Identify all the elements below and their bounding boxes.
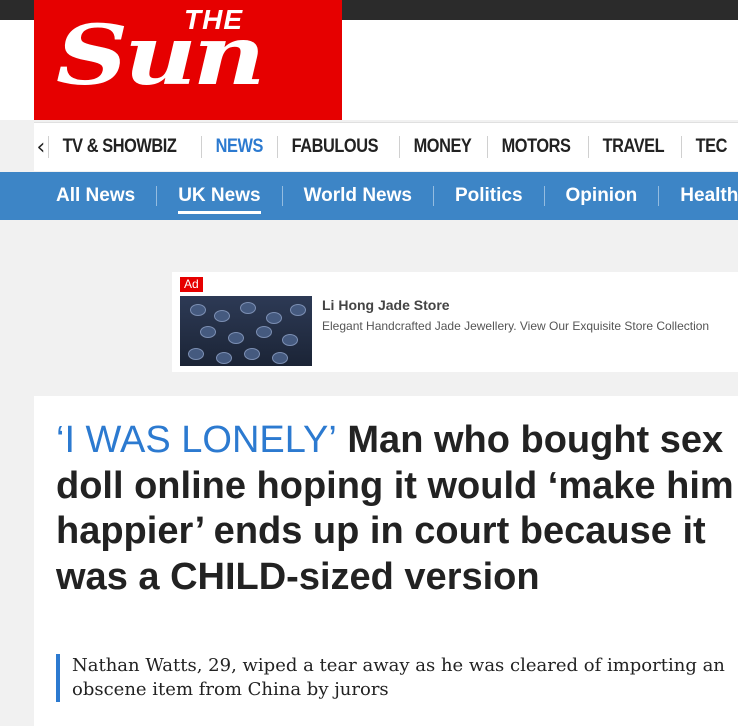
subnav-world-news[interactable]: World News — [281, 185, 433, 206]
primary-nav: ‹ TV & SHOWBIZ NEWS FABULOUS MONEY MOTOR… — [34, 122, 738, 171]
article: ‘I WAS LONELY’ Man who bought sex doll o… — [34, 396, 738, 726]
logo-sun-text: Sun — [56, 6, 266, 104]
ad-image[interactable] — [180, 296, 312, 366]
ad-description: Elegant Handcrafted Jade Jewellery. View… — [322, 319, 710, 333]
advertisement[interactable]: Ad Li Hong Jade Store Elegant Handcrafte… — [172, 272, 738, 372]
nav-motors[interactable]: MOTORS — [486, 136, 584, 158]
headline-kicker: ‘I WAS LONELY’ — [56, 419, 337, 461]
nav-news[interactable]: NEWS — [201, 136, 277, 158]
standfirst: Nathan Watts, 29, wiped a tear away as h… — [56, 654, 732, 702]
nav-fabulous[interactable]: FABULOUS — [277, 136, 392, 158]
subnav-all-news[interactable]: All News — [40, 185, 156, 206]
subnav-health[interactable]: Health — [658, 185, 738, 206]
chevron-left-icon[interactable]: ‹ — [34, 123, 48, 171]
nav-tech[interactable]: TEC — [680, 136, 738, 158]
nav-tv-showbiz[interactable]: TV & SHOWBIZ — [47, 136, 190, 158]
subnav-uk-news[interactable]: UK News — [156, 185, 281, 214]
headline: ‘I WAS LONELY’ Man who bought sex doll o… — [56, 418, 736, 600]
nav-money[interactable]: MONEY — [398, 136, 485, 158]
the-sun-logo[interactable]: THE Sun — [34, 0, 342, 120]
ad-badge: Ad — [180, 277, 203, 292]
secondary-nav: All News UK News World News Politics Opi… — [0, 172, 738, 220]
subnav-politics[interactable]: Politics — [432, 185, 544, 206]
subnav-opinion[interactable]: Opinion — [543, 185, 659, 206]
nav-travel[interactable]: TRAVEL — [587, 136, 678, 158]
ad-title[interactable]: Li Hong Jade Store — [322, 297, 450, 313]
